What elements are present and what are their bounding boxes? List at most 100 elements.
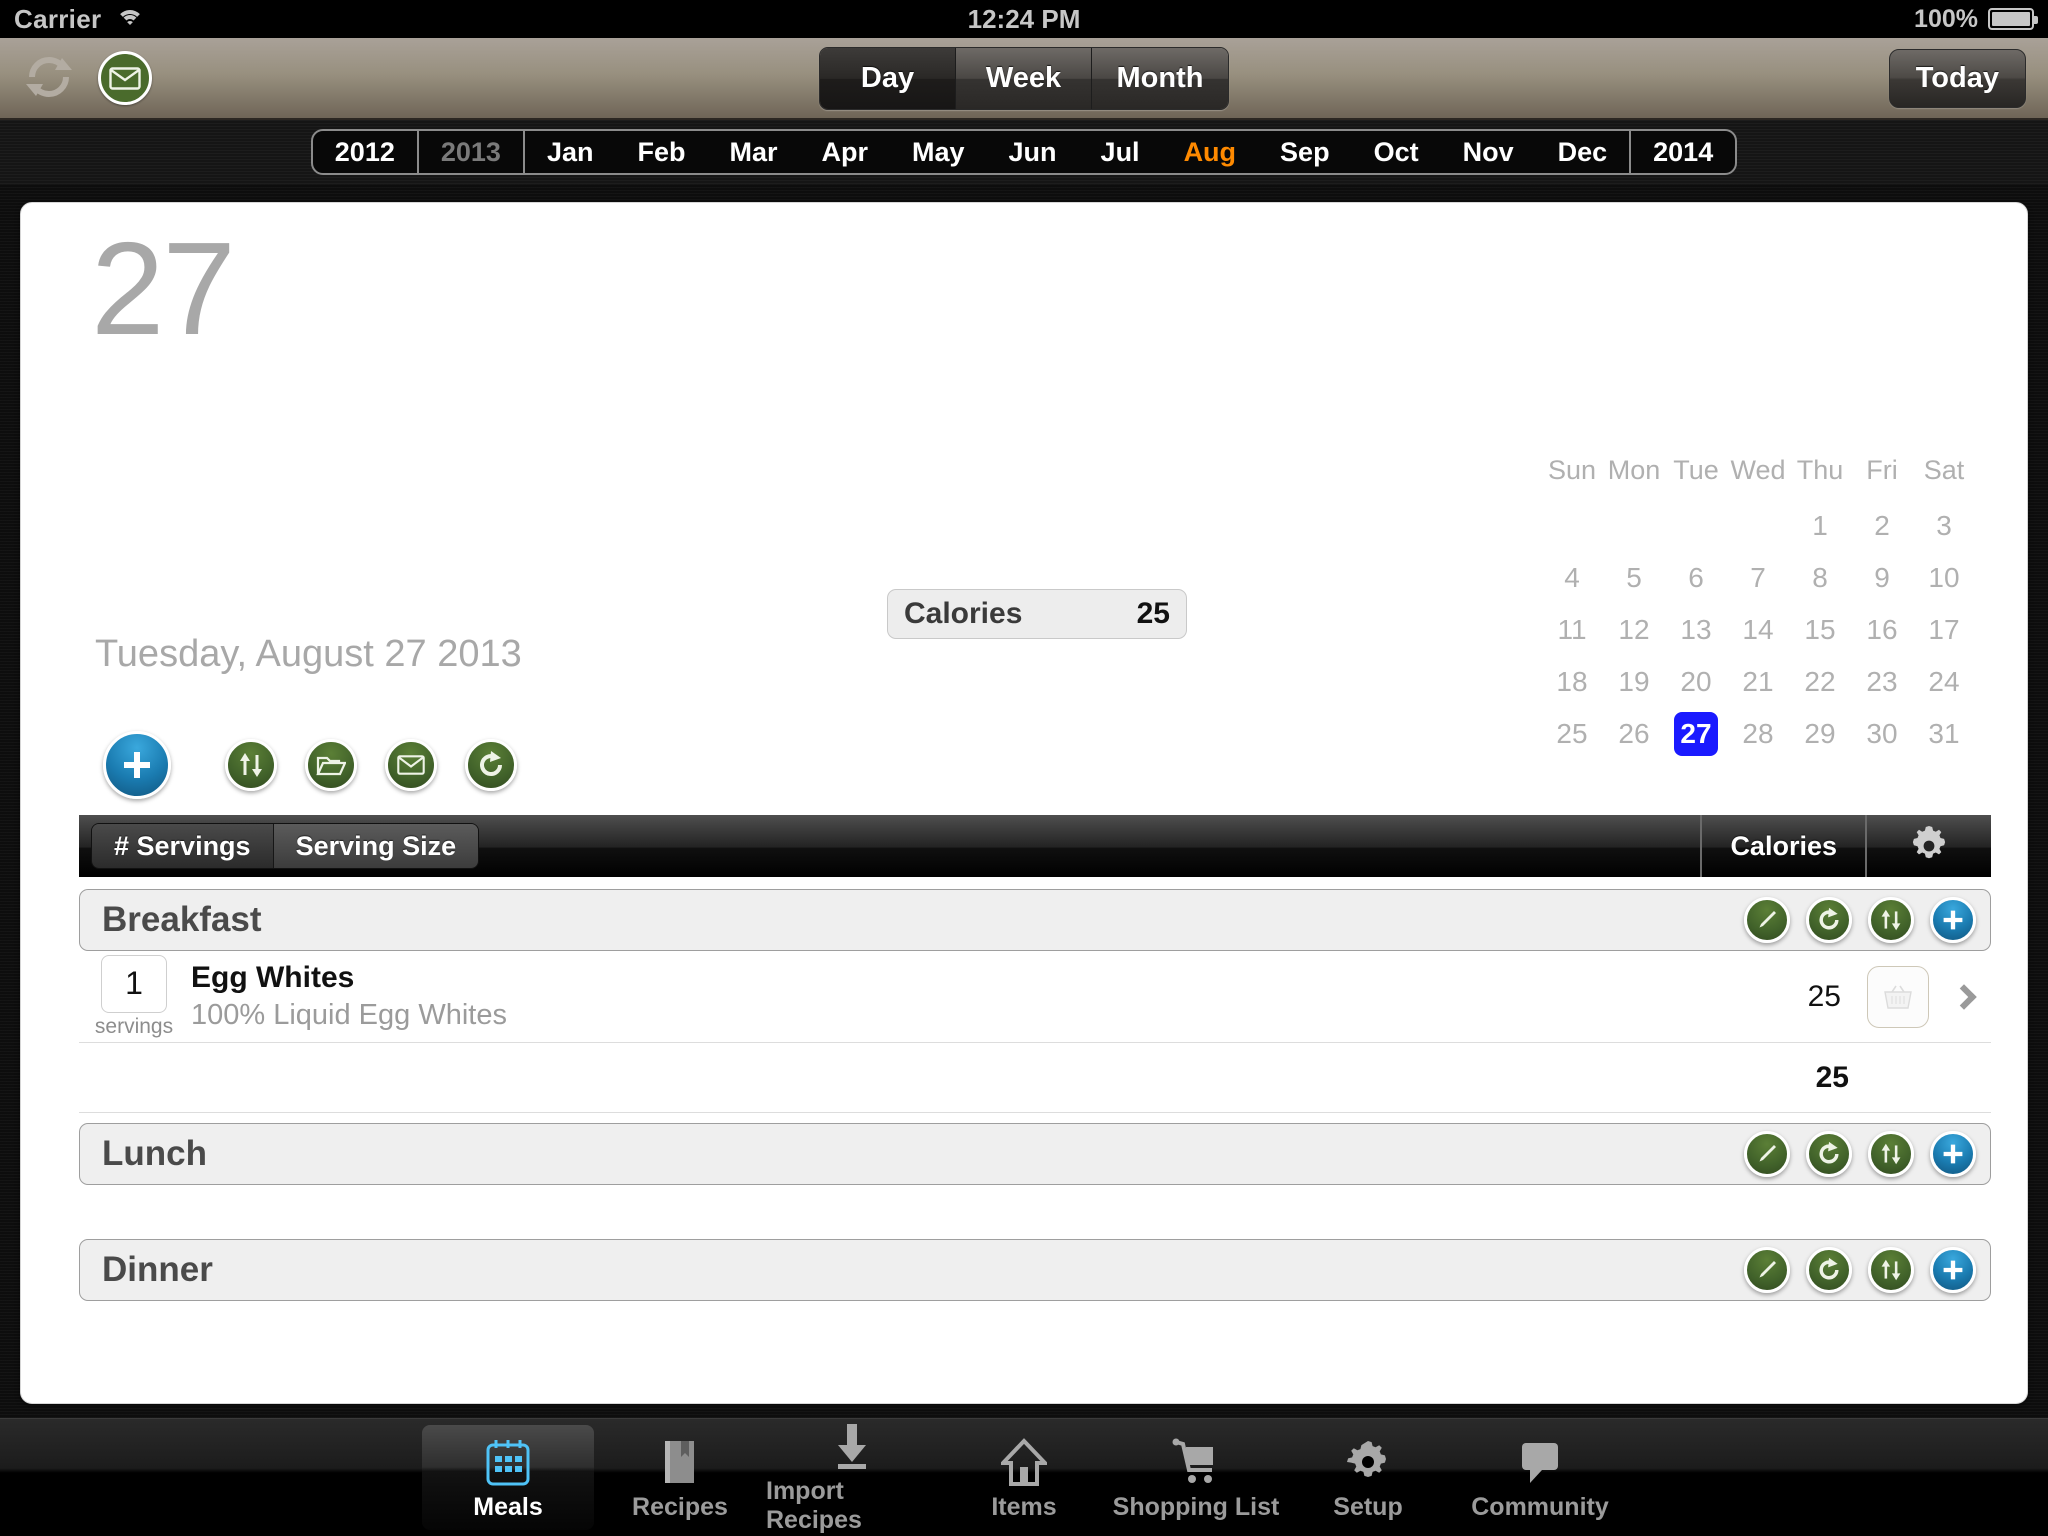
- month-oct-button[interactable]: Oct: [1352, 131, 1441, 173]
- calendar-day-29[interactable]: 29: [1789, 712, 1851, 756]
- edit-button[interactable]: [1744, 897, 1790, 943]
- tab-community[interactable]: Community: [1454, 1425, 1626, 1530]
- calendar-day-18[interactable]: 18: [1541, 660, 1603, 704]
- sync-icon[interactable]: [22, 50, 76, 107]
- calendar-day-24[interactable]: 24: [1913, 660, 1975, 704]
- calendar-day-13[interactable]: 13: [1665, 608, 1727, 652]
- calendar-day-31[interactable]: 31: [1913, 712, 1975, 756]
- today-button[interactable]: Today: [1888, 48, 2026, 108]
- calendar-day-2[interactable]: 2: [1851, 504, 1913, 548]
- year-2014-button[interactable]: 2014: [1629, 131, 1735, 173]
- folder-button[interactable]: [305, 739, 357, 791]
- month-jul-button[interactable]: Jul: [1079, 131, 1162, 173]
- calendar-day-1[interactable]: 1: [1789, 504, 1851, 548]
- calendar-day-26[interactable]: 26: [1603, 712, 1665, 756]
- tab-num-servings[interactable]: # Servings: [92, 824, 274, 868]
- calendar-day-10[interactable]: 10: [1913, 556, 1975, 600]
- edit-button[interactable]: [1744, 1247, 1790, 1293]
- sort-button[interactable]: [1868, 1247, 1914, 1293]
- calendar-day-16[interactable]: 16: [1851, 608, 1913, 652]
- calendar-day-23[interactable]: 23: [1851, 660, 1913, 704]
- servings-segmented-control[interactable]: # Servings Serving Size: [91, 823, 480, 869]
- month-mar-button[interactable]: Mar: [707, 131, 799, 173]
- tab-day[interactable]: Day: [820, 47, 956, 109]
- tab-shopping-list[interactable]: Shopping List: [1110, 1425, 1282, 1530]
- calendar-day-21[interactable]: 21: [1727, 660, 1789, 704]
- shopping-cart-icon: [1172, 1433, 1220, 1487]
- tab-import-recipes[interactable]: Import Recipes: [766, 1423, 938, 1534]
- calendar-day-19[interactable]: 19: [1603, 660, 1665, 704]
- shopping-basket-icon[interactable]: [1867, 965, 1929, 1028]
- month-sep-button[interactable]: Sep: [1258, 131, 1352, 173]
- calendar-day-28[interactable]: 28: [1727, 712, 1789, 756]
- year-2012-button[interactable]: 2012: [313, 131, 419, 173]
- month-feb-button[interactable]: Feb: [615, 131, 707, 173]
- calendar-day-6[interactable]: 6: [1665, 556, 1727, 600]
- mail-icon[interactable]: [98, 51, 152, 105]
- calendar-day-17[interactable]: 17: [1913, 608, 1975, 652]
- list-table-header: # Servings Serving Size Calories: [79, 815, 1991, 877]
- calendar-day-3[interactable]: 3: [1913, 504, 1975, 548]
- servings-value[interactable]: 1: [101, 954, 167, 1013]
- tab-week[interactable]: Week: [956, 47, 1092, 109]
- add-button[interactable]: [103, 731, 171, 799]
- edit-button[interactable]: [1744, 1131, 1790, 1177]
- row-right-group: 25: [1808, 965, 1991, 1028]
- tab-setup[interactable]: Setup: [1282, 1425, 1454, 1530]
- calendar-day-7[interactable]: 7: [1727, 556, 1789, 600]
- speech-bubble-icon: [1518, 1433, 1562, 1487]
- header-spacer: [479, 815, 1700, 877]
- repeat-button[interactable]: [1806, 1131, 1852, 1177]
- tab-serving-size[interactable]: Serving Size: [273, 824, 479, 868]
- gear-icon[interactable]: [1865, 815, 1991, 877]
- repeat-button[interactable]: [1806, 1247, 1852, 1293]
- calendar-day-27[interactable]: 27: [1674, 712, 1718, 756]
- section-header-dinner: Dinner: [79, 1239, 1991, 1301]
- tab-items[interactable]: Items: [938, 1425, 1110, 1530]
- month-may-button[interactable]: May: [890, 131, 987, 173]
- food-text-block: Egg Whites 100% Liquid Egg Whites: [191, 961, 507, 1032]
- month-jan-button[interactable]: Jan: [525, 131, 616, 173]
- toolbar-left-group: [22, 50, 152, 107]
- sort-button[interactable]: [1868, 1131, 1914, 1177]
- month-dec-button[interactable]: Dec: [1536, 131, 1630, 173]
- calendar-day-4[interactable]: 4: [1541, 556, 1603, 600]
- repeat-button[interactable]: [1806, 897, 1852, 943]
- calendar-day-8[interactable]: 8: [1789, 556, 1851, 600]
- calendar-day-15[interactable]: 15: [1789, 608, 1851, 652]
- add-button[interactable]: [1930, 897, 1976, 943]
- sort-button[interactable]: [225, 739, 277, 791]
- month-nov-button[interactable]: Nov: [1441, 131, 1536, 173]
- calendar-day-12[interactable]: 12: [1603, 608, 1665, 652]
- calendar-day-14[interactable]: 14: [1727, 608, 1789, 652]
- calendar-day-25[interactable]: 25: [1541, 712, 1603, 756]
- email-button[interactable]: [385, 739, 437, 791]
- tab-meals[interactable]: Meals: [422, 1425, 594, 1530]
- view-mode-segmented-control[interactable]: Day Week Month: [819, 46, 1229, 110]
- month-pill[interactable]: 2012 2013 Jan Feb Mar Apr May Jun Jul Au…: [310, 129, 1738, 175]
- calendar-day-20[interactable]: 20: [1665, 660, 1727, 704]
- weekday-label-sun: Sun: [1547, 455, 1597, 485]
- gear-icon: [1345, 1433, 1391, 1487]
- calendar-day-11[interactable]: 11: [1541, 608, 1603, 652]
- chevron-right-icon[interactable]: [1951, 983, 1977, 1010]
- month-apr-button[interactable]: Apr: [800, 131, 891, 173]
- year-2013-button[interactable]: 2013: [419, 131, 525, 173]
- add-button[interactable]: [1930, 1247, 1976, 1293]
- servings-stepper[interactable]: 1 servings: [91, 954, 177, 1039]
- month-jun-button[interactable]: Jun: [987, 131, 1079, 173]
- calendar-day-22[interactable]: 22: [1789, 660, 1851, 704]
- calendar-day-9[interactable]: 9: [1851, 556, 1913, 600]
- calendar-day-30[interactable]: 30: [1851, 712, 1913, 756]
- tab-recipes[interactable]: Recipes: [594, 1425, 766, 1530]
- sort-button[interactable]: [1868, 897, 1914, 943]
- section-title: Breakfast: [102, 900, 262, 939]
- month-navigation-bar: 2012 2013 Jan Feb Mar Apr May Jun Jul Au…: [0, 120, 2048, 184]
- add-button[interactable]: [1930, 1131, 1976, 1177]
- calendar-day-5[interactable]: 5: [1603, 556, 1665, 600]
- tab-month[interactable]: Month: [1092, 47, 1228, 109]
- status-bar: Carrier 12:24 PM 100%: [0, 0, 2048, 38]
- month-aug-button[interactable]: Aug: [1162, 131, 1258, 173]
- repeat-button[interactable]: [465, 739, 517, 791]
- table-row[interactable]: 1 servings Egg Whites 100% Liquid Egg Wh…: [79, 951, 1991, 1043]
